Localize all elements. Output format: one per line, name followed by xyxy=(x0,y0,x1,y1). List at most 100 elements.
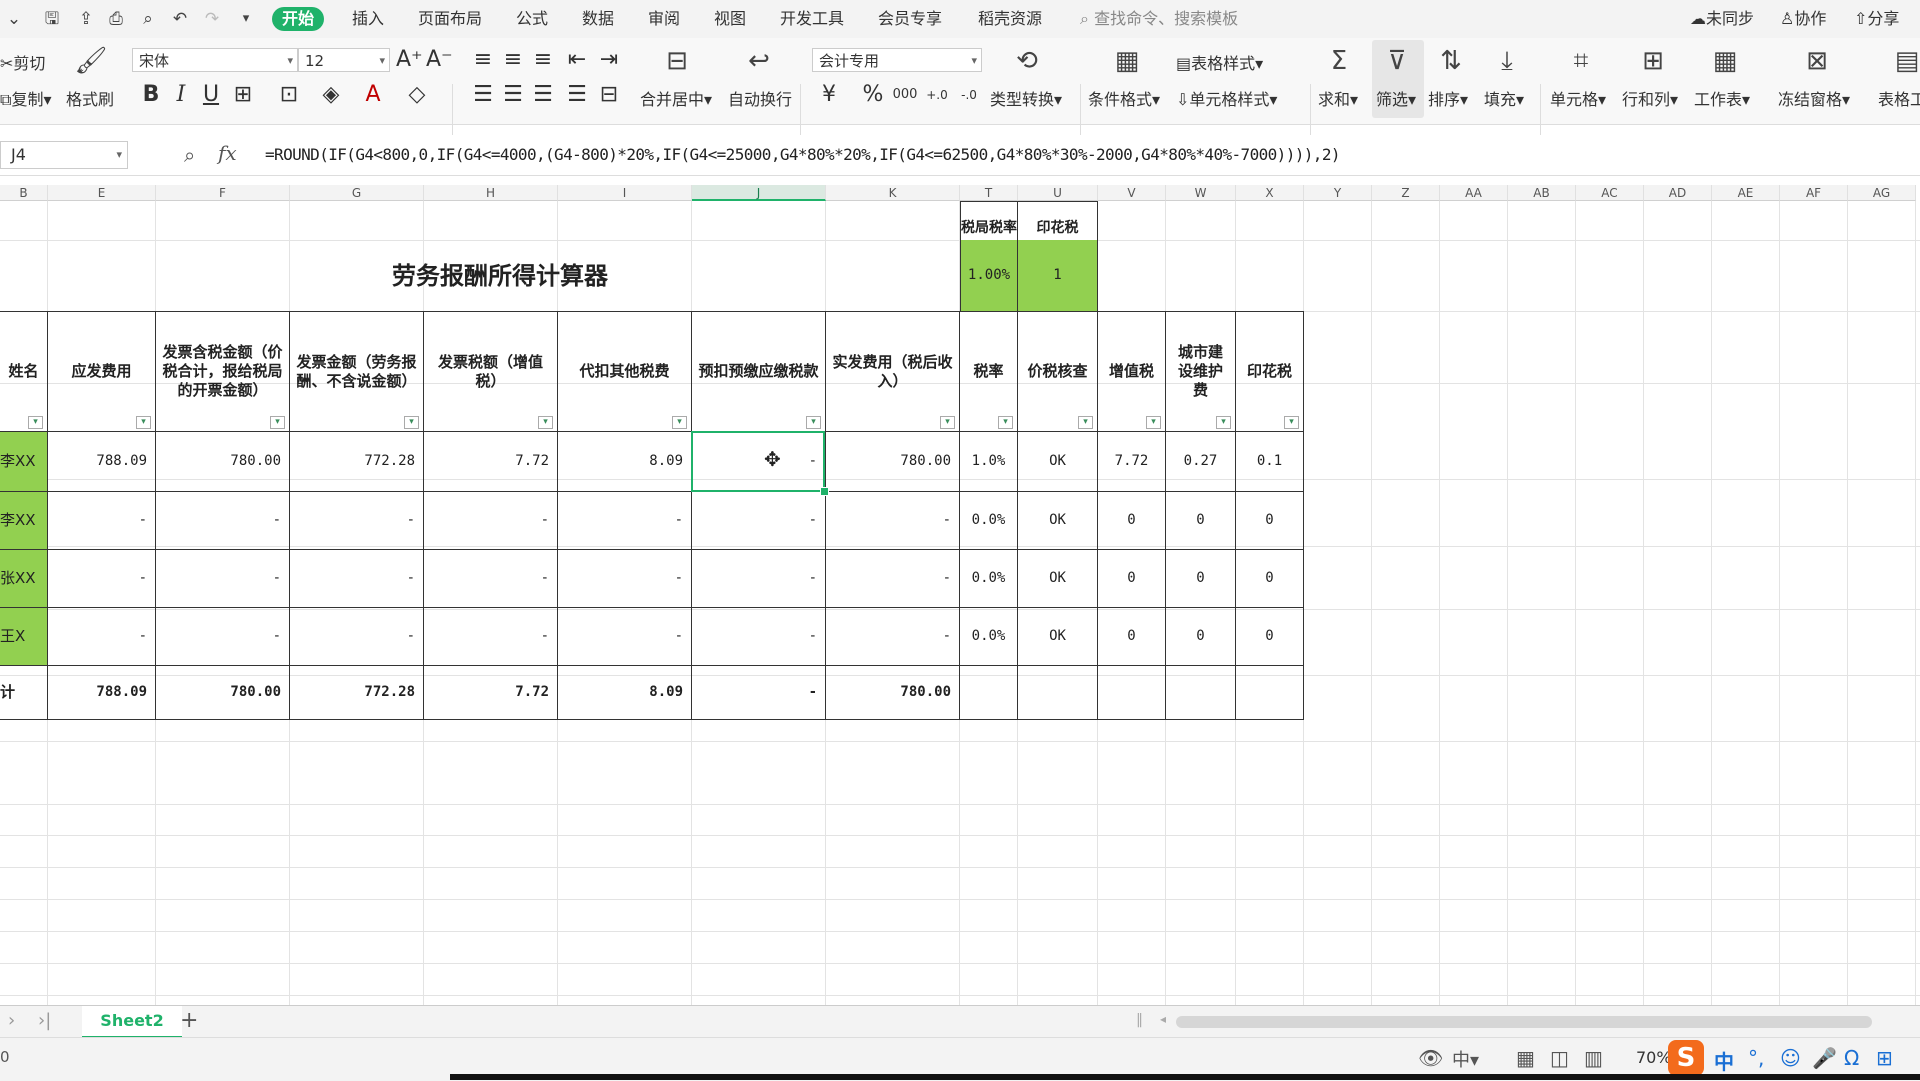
name-box[interactable]: J4 xyxy=(0,141,128,169)
undo-icon[interactable]: ↶ xyxy=(170,9,190,29)
data-cell[interactable]: 0.0% xyxy=(960,550,1018,608)
collab-button[interactable]: ♙协作 xyxy=(1780,7,1826,31)
sync-button[interactable]: ☁未同步 xyxy=(1690,7,1754,31)
data-cell[interactable]: 0.1 xyxy=(1236,432,1304,492)
font-color-icon[interactable]: A xyxy=(360,82,386,108)
total-cell[interactable]: 8.09 xyxy=(558,666,692,720)
font-name-select[interactable]: 宋体 xyxy=(132,48,298,73)
data-cell[interactable]: 0.0% xyxy=(960,492,1018,550)
data-cell[interactable]: 0 xyxy=(1236,492,1304,550)
filter-dropdown-icon[interactable]: ▾ xyxy=(404,416,419,429)
data-cell[interactable]: OK xyxy=(1018,608,1098,666)
tab-insert[interactable]: 插入 xyxy=(352,7,384,31)
column-header[interactable]: AA xyxy=(1440,185,1508,201)
tab-data[interactable]: 数据 xyxy=(582,7,614,31)
total-cell[interactable]: 780.00 xyxy=(826,666,960,720)
data-cell[interactable]: - xyxy=(48,608,156,666)
table-header-cell[interactable]: 实发费用（税后收入） xyxy=(826,311,960,432)
tab-review[interactable]: 审阅 xyxy=(648,7,680,31)
page-break-view-icon[interactable]: ▥ xyxy=(1584,1046,1603,1070)
filter-dropdown-icon[interactable]: ▾ xyxy=(672,416,687,429)
save-icon[interactable]: 🖫 xyxy=(42,9,62,29)
filter-dropdown-icon[interactable]: ▾ xyxy=(28,416,43,429)
formula-input[interactable]: =ROUND(IF(G4<800,0,IF(G4<=4000,(G4-800)*… xyxy=(265,141,1341,169)
table-header-cell[interactable]: 代扣其他税费 xyxy=(558,311,692,432)
data-cell[interactable]: - xyxy=(826,492,960,550)
fill-button[interactable]: 填充▾ xyxy=(1484,86,1524,110)
table-header-cell[interactable]: 预扣预缴应缴税款 xyxy=(692,311,826,432)
align-bottom-icon[interactable]: ≡ xyxy=(530,47,556,73)
data-cell[interactable]: - xyxy=(290,492,424,550)
tab-docer[interactable]: 稻壳资源 xyxy=(978,7,1042,31)
toolbox-icon[interactable]: ⊞ xyxy=(1876,1046,1893,1070)
data-cell[interactable]: - xyxy=(692,608,826,666)
merge-center-button[interactable]: 合并居中▾ xyxy=(640,86,712,110)
filter-dropdown-icon[interactable]: ▾ xyxy=(806,416,821,429)
data-cell[interactable]: - xyxy=(692,492,826,550)
underline-icon[interactable]: U xyxy=(198,82,224,108)
column-header[interactable]: AB xyxy=(1508,185,1576,201)
table-header-cell[interactable]: 姓名 xyxy=(0,311,48,432)
data-cell[interactable]: 0 xyxy=(1236,608,1304,666)
column-header[interactable]: AC xyxy=(1576,185,1644,201)
sum-button[interactable]: 求和▾ xyxy=(1318,86,1358,110)
fill-color-icon[interactable]: ◈ xyxy=(318,82,344,108)
column-header[interactable]: U xyxy=(1018,185,1098,201)
align-left-icon[interactable]: ☰ xyxy=(470,82,496,108)
column-header[interactable]: V xyxy=(1098,185,1166,201)
name-cell[interactable]: 李XX xyxy=(0,492,48,550)
type-convert-button[interactable]: 类型转换▾ xyxy=(990,86,1062,110)
decrease-font-icon[interactable]: A⁻ xyxy=(426,47,453,73)
column-header[interactable]: Z xyxy=(1372,185,1440,201)
data-cell[interactable]: 0 xyxy=(1166,608,1236,666)
data-cell[interactable]: 7.72 xyxy=(424,432,558,492)
column-header[interactable]: H xyxy=(424,185,558,201)
increase-font-icon[interactable]: A⁺ xyxy=(396,47,423,73)
column-header[interactable]: B xyxy=(0,185,48,201)
filter-dropdown-icon[interactable]: ▾ xyxy=(136,416,151,429)
filter-button[interactable]: 筛选▾ xyxy=(1376,86,1416,110)
increase-decimal-icon[interactable]: +.0 xyxy=(924,82,950,108)
column-header[interactable]: G xyxy=(290,185,424,201)
prev-sheet-icon[interactable]: › xyxy=(8,1010,15,1031)
total-cell[interactable] xyxy=(1018,666,1098,720)
data-cell[interactable]: 0.0% xyxy=(960,608,1018,666)
horizontal-scrollbar[interactable] xyxy=(1176,1016,1872,1028)
name-cell[interactable]: 王X xyxy=(0,608,48,666)
symbol-icon[interactable]: Ω xyxy=(1844,1046,1859,1070)
data-cell[interactable]: - xyxy=(558,608,692,666)
command-search[interactable]: ⌕ 查找命令、搜索模板 xyxy=(1080,7,1238,31)
add-sheet-icon[interactable]: + xyxy=(180,1008,198,1033)
indent-increase-icon[interactable]: ⇥ xyxy=(596,47,622,73)
column-header[interactable]: I xyxy=(558,185,692,201)
data-cell[interactable]: 7.72 xyxy=(1098,432,1166,492)
data-cell[interactable]: - xyxy=(156,550,290,608)
column-header[interactable]: X xyxy=(1236,185,1304,201)
total-cell[interactable]: 788.09 xyxy=(48,666,156,720)
tab-view[interactable]: 视图 xyxy=(714,7,746,31)
data-cell[interactable]: OK xyxy=(1018,550,1098,608)
conditional-format-button[interactable]: 条件格式▾ xyxy=(1088,86,1160,110)
page-layout-view-icon[interactable]: ◫ xyxy=(1550,1046,1569,1070)
distribute-icon[interactable]: ⊟ xyxy=(596,82,622,108)
filter-dropdown-icon[interactable]: ▾ xyxy=(998,416,1013,429)
side-value-stamp-duty[interactable]: 1 xyxy=(1018,240,1098,312)
data-cell[interactable]: - xyxy=(48,550,156,608)
punctuation-icon[interactable]: °, xyxy=(1748,1046,1764,1070)
column-header[interactable]: T xyxy=(960,185,1018,201)
worksheet-button[interactable]: 工作表▾ xyxy=(1694,86,1750,110)
cut-button[interactable]: ✂剪切 xyxy=(0,50,45,74)
input-mode-icon[interactable]: 中▾ xyxy=(1452,1046,1479,1072)
align-center-icon[interactable]: ☰ xyxy=(500,82,526,108)
sheet-title[interactable]: 劳务报酬所得计算器 xyxy=(0,240,960,312)
currency-icon[interactable]: ¥ xyxy=(816,82,842,108)
data-cell[interactable]: - xyxy=(558,492,692,550)
filter-dropdown-icon[interactable]: ▾ xyxy=(538,416,553,429)
data-cell[interactable]: - xyxy=(290,608,424,666)
data-cell[interactable]: - xyxy=(558,550,692,608)
total-cell[interactable]: 7.72 xyxy=(424,666,558,720)
sogou-ime-logo-icon[interactable]: S xyxy=(1668,1040,1704,1076)
zoom-level[interactable]: 70% xyxy=(1636,1048,1672,1067)
data-cell[interactable]: - xyxy=(156,492,290,550)
export-icon[interactable]: ⇪ xyxy=(76,9,96,29)
